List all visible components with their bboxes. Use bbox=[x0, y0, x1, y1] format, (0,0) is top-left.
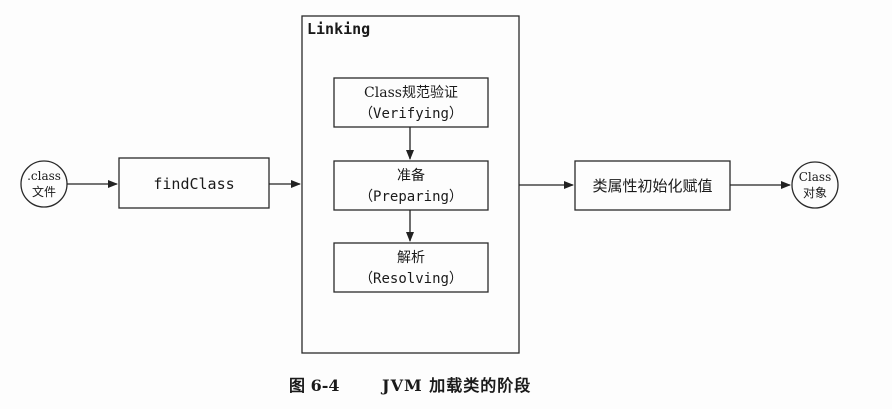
resolving-node: 解析 （Resolving） bbox=[333, 242, 489, 293]
preparing-node: 准备 （Preparing） bbox=[333, 160, 489, 211]
source-circle bbox=[20, 160, 68, 208]
caption-text: JVM 加载类的阶段 bbox=[380, 376, 531, 395]
class-object-label-line2: 对象 bbox=[803, 186, 827, 200]
verifying-label-line2: （Verifying） bbox=[359, 106, 463, 122]
class-object-label-line1: Class bbox=[799, 170, 832, 184]
findclass-node: findClass bbox=[118, 157, 270, 209]
init-label: 类属性初始化赋值 bbox=[592, 177, 712, 195]
init-node: 类属性初始化赋值 bbox=[574, 160, 731, 211]
resolving-label-line1: 解析 bbox=[397, 250, 425, 266]
linking-container: Linking Class规范验证 （Verifying） 准备 （Prepar… bbox=[301, 15, 520, 354]
source-class-file-node: .class 文件 bbox=[20, 160, 68, 208]
verifying-label-line1: Class规范验证 bbox=[364, 84, 458, 101]
figure-caption: 图 6-4 JVM 加载类的阶段 bbox=[289, 376, 531, 395]
verifying-node: Class规范验证 （Verifying） bbox=[333, 77, 489, 128]
preparing-label-line1: 准备 bbox=[397, 167, 425, 184]
preparing-label-line2: （Preparing） bbox=[359, 189, 463, 205]
diagram-canvas: .class 文件 findClass Linking Class规范验证 （V… bbox=[0, 0, 892, 409]
class-object-circle bbox=[791, 161, 839, 209]
caption-number: 图 6-4 bbox=[289, 376, 339, 395]
resolving-label-line2: （Resolving） bbox=[359, 271, 463, 287]
class-object-node: Class 对象 bbox=[791, 161, 839, 209]
linking-title: Linking bbox=[307, 20, 370, 38]
jvm-class-loading-diagram: .class 文件 findClass Linking Class规范验证 （V… bbox=[20, 15, 839, 395]
findclass-label: findClass bbox=[153, 175, 234, 193]
source-label-line1: .class bbox=[27, 169, 61, 183]
source-label-line2: 文件 bbox=[32, 184, 56, 199]
